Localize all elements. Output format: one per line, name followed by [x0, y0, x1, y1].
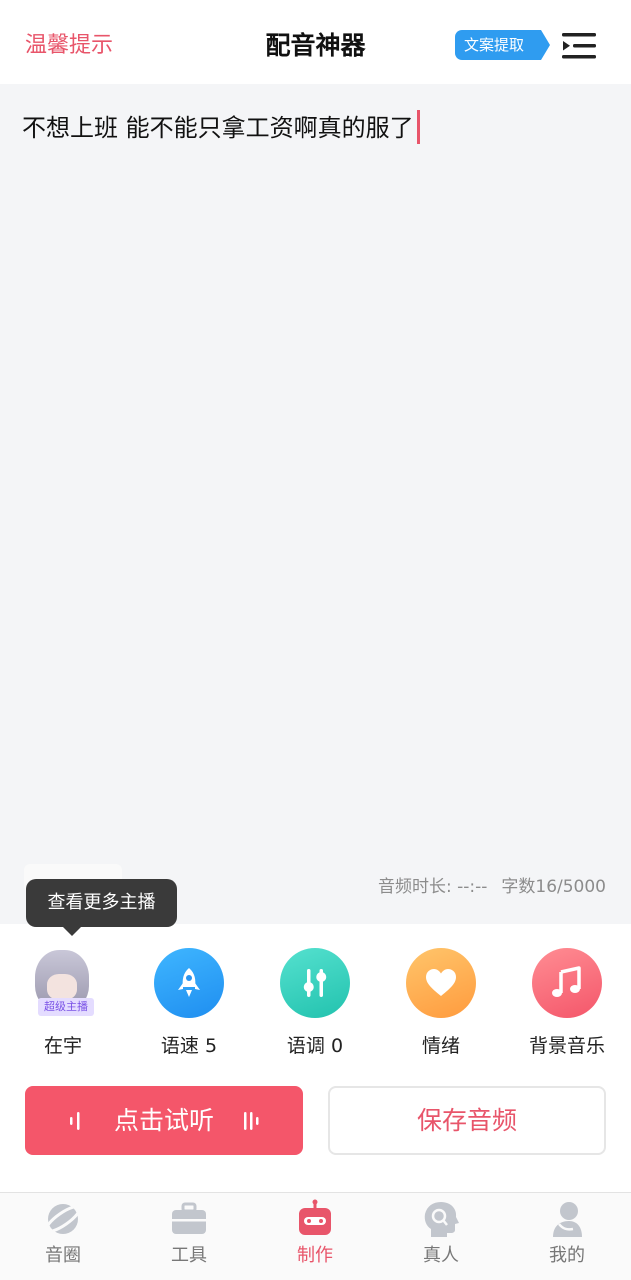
tone-control[interactable]: 语调 0: [252, 948, 378, 1060]
music-note-icon: [552, 966, 581, 997]
robot-icon: [299, 1199, 331, 1235]
background-music-control[interactable]: 背景音乐: [504, 948, 630, 1060]
more-anchors-tooltip[interactable]: 查看更多主播: [26, 879, 177, 936]
script-text-input[interactable]: 不想上班 能不能只拿工资啊真的服了: [22, 110, 420, 146]
background-music-button[interactable]: [532, 948, 602, 1018]
planet-icon: [44, 1204, 82, 1234]
voice-head-icon: [424, 1202, 459, 1237]
tone-label: 语调 0: [286, 1035, 344, 1057]
anchor-avatar[interactable]: 超级主播: [28, 948, 98, 1018]
emotion-label: 情绪: [421, 1035, 460, 1057]
menu-icon[interactable]: [562, 32, 598, 60]
char-count: 字数16/5000: [501, 877, 606, 897]
preview-listen-button[interactable]: 点击试听: [25, 1086, 303, 1155]
preview-listen-label: 点击试听: [113, 1106, 214, 1135]
anchor-name: 在宇: [43, 1035, 82, 1057]
nav-label-make: 制作: [297, 1245, 333, 1266]
heart-icon: [426, 969, 456, 996]
nav-item-tools[interactable]: 工具: [126, 1199, 252, 1269]
tone-button[interactable]: [280, 948, 350, 1018]
speed-label: 语速 5: [160, 1035, 218, 1057]
nav-item-mine[interactable]: 我的: [504, 1199, 630, 1269]
audio-stats: 音频时长: --:-- 字数16/5000: [364, 874, 606, 900]
sound-wave-left-icon: [70, 1112, 80, 1130]
emotion-button[interactable]: [406, 948, 476, 1018]
text-extract-button[interactable]: 文案提取: [455, 30, 550, 60]
emotion-control[interactable]: 情绪: [378, 948, 504, 1060]
script-text: 不想上班 能不能只拿工资啊真的服了: [22, 114, 414, 142]
text-caret: [416, 110, 420, 144]
nav-label-tools: 工具: [171, 1245, 207, 1266]
top-bar: 温馨提示 配音神器 文案提取: [0, 0, 631, 84]
user-icon: [553, 1202, 582, 1237]
text-editor[interactable]: 不想上班 能不能只拿工资啊真的服了 音频时长: --:-- 字数16/5000: [0, 84, 631, 924]
controls-panel: 超级主播 在宇 语速 5 语调 0 情绪 背景音乐 点击试听 保存音频: [0, 924, 631, 1192]
nav-label-yinquan: 音圈: [45, 1245, 81, 1266]
nav-label-mine: 我的: [549, 1245, 585, 1266]
nav-label-real-person: 真人: [423, 1245, 459, 1266]
audio-duration: 音频时长: --:--: [377, 877, 488, 897]
toolbox-icon: [172, 1202, 206, 1234]
nav-item-real-person[interactable]: 真人: [378, 1199, 504, 1269]
sliders-icon: [303, 969, 327, 997]
bottom-nav: 音圈 工具 制作 真人 我的: [0, 1192, 631, 1280]
save-audio-button[interactable]: 保存音频: [328, 1086, 606, 1155]
anchor-selector[interactable]: 超级主播 在宇: [0, 948, 126, 1060]
speed-button[interactable]: [154, 948, 224, 1018]
sound-wave-right-icon: [244, 1112, 259, 1130]
nav-item-make[interactable]: 制作: [252, 1199, 378, 1269]
background-music-label: 背景音乐: [528, 1035, 605, 1057]
rocket-icon: [178, 968, 200, 997]
super-anchor-tag: 超级主播: [38, 998, 94, 1016]
nav-item-yinquan[interactable]: 音圈: [0, 1199, 126, 1269]
speed-control[interactable]: 语速 5: [126, 948, 252, 1060]
